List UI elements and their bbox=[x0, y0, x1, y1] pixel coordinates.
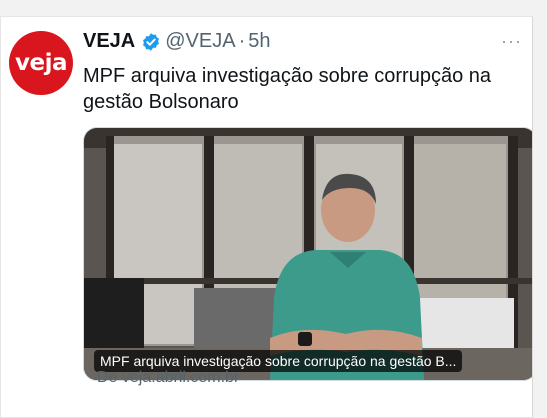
more-options-icon[interactable]: ··· bbox=[501, 31, 522, 52]
tweet-header: VEJA @VEJA · 5h bbox=[83, 30, 271, 53]
news-photo bbox=[84, 128, 532, 380]
tweet-text: MPF arquiva investigação sobre corrupção… bbox=[83, 65, 491, 113]
tweet-card[interactable]: veja VEJA @VEJA · 5h ··· MPF arquiva inv… bbox=[0, 16, 533, 418]
link-card-media[interactable]: MPF arquiva investigação sobre corrupção… bbox=[83, 127, 532, 381]
link-source[interactable]: De veja.abril.com.br bbox=[97, 369, 239, 387]
avatar[interactable]: veja bbox=[9, 31, 73, 95]
timestamp[interactable]: 5h bbox=[248, 30, 270, 53]
avatar-logo-text: veja bbox=[15, 50, 68, 76]
dot-separator: · bbox=[238, 30, 246, 52]
author-handle[interactable]: @VEJA bbox=[165, 30, 235, 53]
verified-badge-icon bbox=[143, 32, 160, 51]
author-name[interactable]: VEJA bbox=[83, 30, 135, 53]
